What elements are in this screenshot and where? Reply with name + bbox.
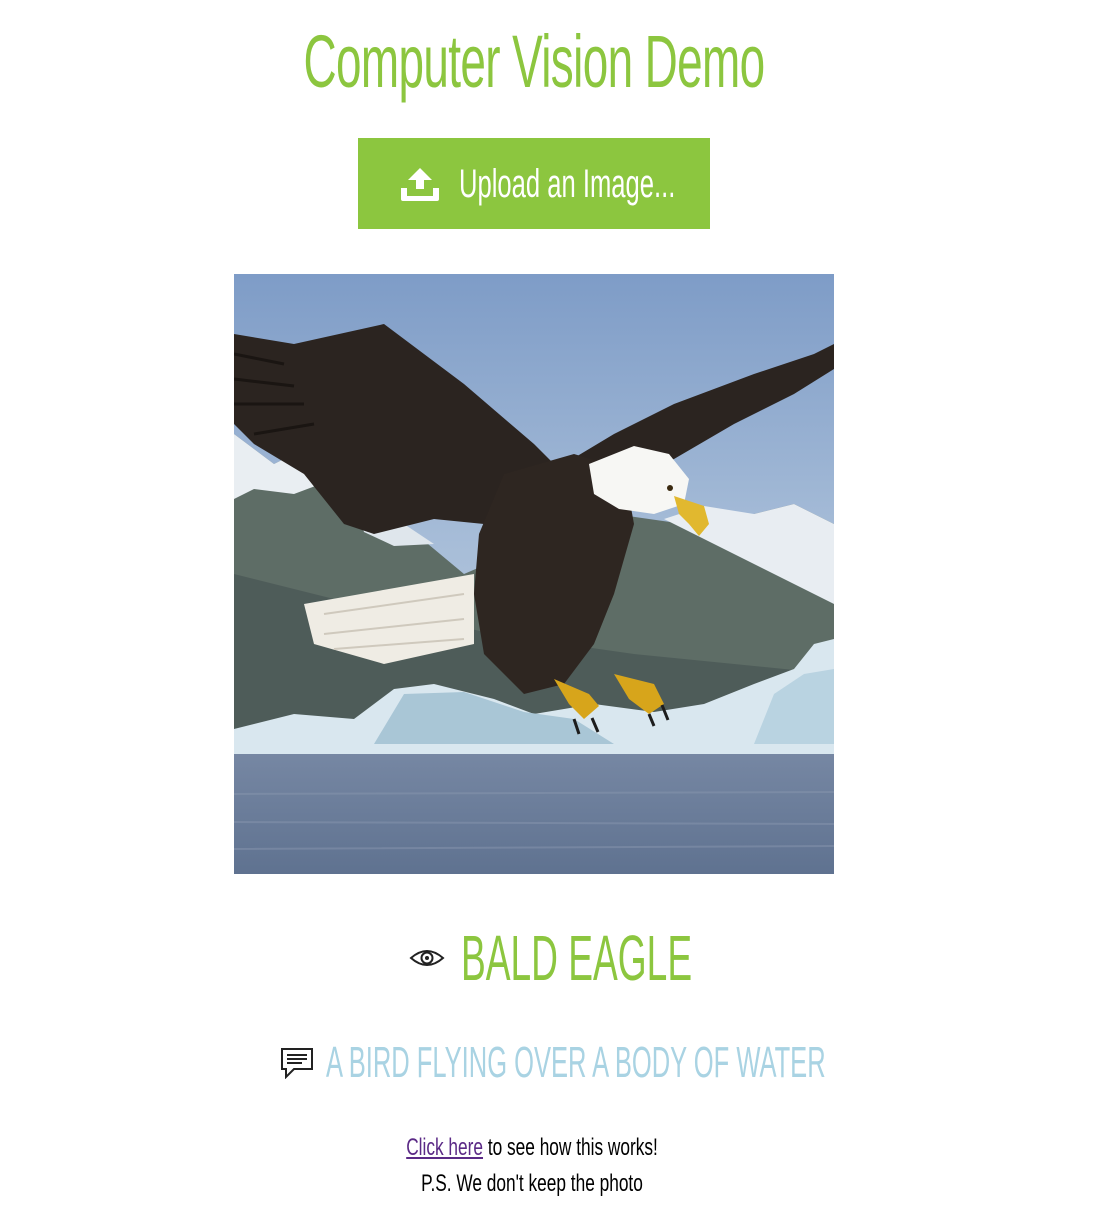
footer-line-1: Click here to see how this works! (149, 1130, 915, 1166)
upload-icon (401, 167, 439, 201)
upload-image-button[interactable]: Upload an Image... (358, 138, 710, 229)
prediction-tag: BALD EAGLE (461, 922, 693, 994)
footer-line-1-text: to see how this works! (483, 1134, 658, 1161)
eye-icon (409, 950, 445, 966)
how-it-works-link[interactable]: Click here (406, 1134, 483, 1161)
prediction-tag-row: BALD EAGLE (0, 918, 1068, 998)
comment-icon (281, 1048, 313, 1079)
analyzed-photo (234, 274, 834, 874)
footer: Click here to see how this works! P.S. W… (0, 1130, 1064, 1202)
caption-row: A BIRD FLYING OVER A BODY OF WATER (0, 1036, 1068, 1090)
upload-button-label: Upload an Image... (459, 161, 676, 206)
page-title: Computer Vision Demo (303, 20, 765, 103)
image-caption: A BIRD FLYING OVER A BODY OF WATER (326, 1038, 826, 1087)
privacy-note: P.S. We don't keep the photo (421, 1170, 643, 1197)
